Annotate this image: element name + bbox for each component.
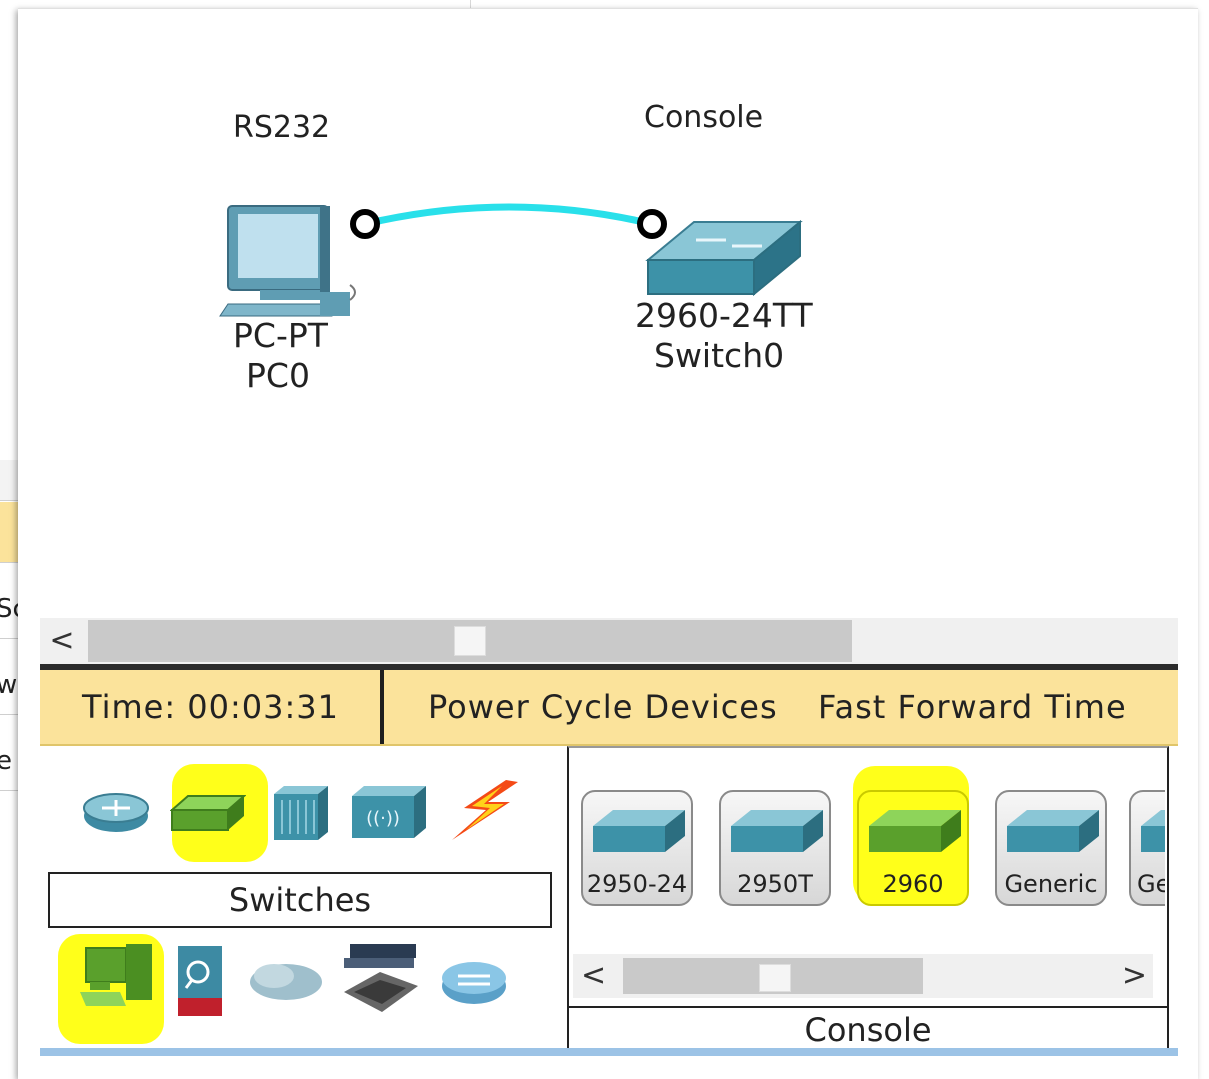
wireless-icon[interactable]: ((·)) [350,784,428,840]
device-model-generic[interactable]: Generic [995,790,1107,906]
switch-icon-canvas [645,219,803,297]
time-display: Time: 00:03:31 [82,688,339,726]
connections-icon[interactable] [444,778,524,842]
scroll-right-button[interactable]: > [1122,954,1147,998]
switch-icon[interactable] [170,792,246,834]
pc-name-label: PC0 [246,356,310,395]
hub-icon[interactable] [272,784,330,842]
console-cable [361,203,656,228]
pc-icon [219,205,356,317]
scrollbar-thumb[interactable] [759,964,791,992]
workspace-scrollbar[interactable]: < [40,618,1178,664]
router-icon[interactable] [80,786,152,836]
device-model-label: Generic [1004,870,1098,898]
background-text: w [0,670,18,700]
scroll-left-button[interactable]: < [40,618,84,664]
device-model-2950-24[interactable]: 2950-24 [581,790,693,906]
background-text: e [0,746,12,776]
fast-forward-button[interactable]: Fast Forward Time [818,670,1127,744]
end-devices-icon[interactable] [76,942,156,1018]
toolbar-divider [380,670,384,744]
device-model-scrollbar[interactable]: < > [573,954,1153,998]
device-model-partial[interactable]: Ge [1129,790,1165,906]
power-cycle-button[interactable]: Power Cycle Devices [428,670,778,744]
category-label: Switches [48,872,552,928]
device-model-panel: 2950-24 2950T 2960 Generic Ge [567,746,1169,1054]
multiuser-icon[interactable] [438,954,510,1010]
switch-model-icon [869,810,961,852]
device-model-label: 2960 [882,870,944,898]
switch-model-icon [1007,810,1099,852]
switch-model-icon [1141,810,1165,852]
switch-model-icon [731,810,823,852]
topology-canvas [219,203,803,317]
device-model-label: 2950T [737,870,813,898]
device-model-label: 2950-24 [586,870,688,898]
logical-workspace[interactable]: RS232 Console PC-PT PC0 2960-24TT Switch… [20,10,1198,616]
switch-name-label: Switch0 [654,336,785,375]
switch-connector-dot [637,209,667,239]
custom-device-icon[interactable] [340,942,422,1020]
device-model-2950t[interactable]: 2950T [719,790,831,906]
switch-model-label: 2960-24TT [635,296,813,335]
device-model-2960[interactable]: 2960 [857,790,969,906]
device-status-label: Console [569,1006,1167,1052]
device-category-panel: ((·)) Switches [40,746,565,1048]
pc-model-label: PC-PT [233,316,328,355]
scrollbar-thumb[interactable] [454,626,486,656]
realtime-toolbar: Time: 00:03:31 Power Cycle Devices Fast … [40,670,1178,746]
wan-emulation-icon[interactable] [246,956,326,1004]
pc-connector-dot [350,209,380,239]
scroll-left-button[interactable]: < [581,954,606,998]
security-icon[interactable] [174,944,230,1020]
svg-text:((·)): ((·)) [366,808,400,829]
bottom-border [40,1048,1178,1056]
device-model-label: Ge [1137,870,1165,898]
switch-model-icon [593,810,685,852]
